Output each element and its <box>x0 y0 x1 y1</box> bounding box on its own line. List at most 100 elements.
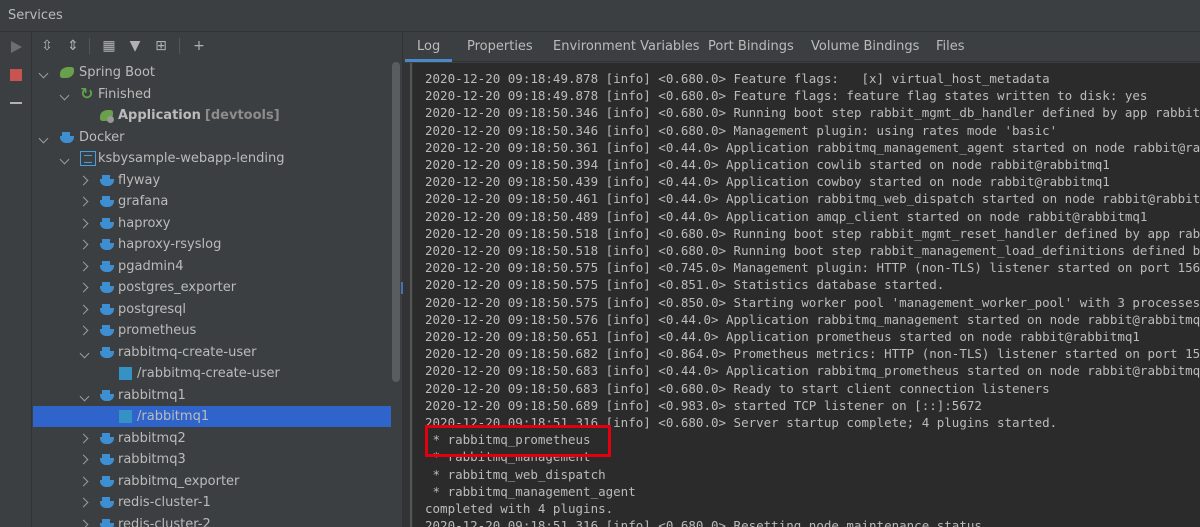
log-line: 2020-12-20 09:18:50.518 [info] <0.680.0>… <box>425 243 1200 258</box>
tab-port-bindings[interactable]: Port Bindings <box>708 32 794 62</box>
run-icon[interactable] <box>8 39 24 55</box>
log-line: * rabbitmq_web_dispatch <box>425 466 606 482</box>
tree-node-compose[interactable]: ksbysample-webapp-lending <box>33 148 391 169</box>
log-line: 2020-12-20 09:18:50.518 [info] <0.680.0>… <box>425 225 1200 241</box>
container-icon <box>118 366 134 381</box>
docker-icon <box>99 216 115 231</box>
log-line: 2020-12-20 09:18:51.316 [info] <0.680.0>… <box>425 518 982 527</box>
add-icon[interactable]: + <box>191 38 207 54</box>
log-line: 2020-12-20 09:18:50.489 [info] <0.44.0> … <box>425 208 1148 224</box>
tree-node-postgres-exporter[interactable]: postgres_exporter <box>33 277 391 298</box>
tree-node-label: rabbitmq3 <box>118 452 186 467</box>
tree-node-label: /rabbitmq-create-user <box>137 366 280 381</box>
chevron-right-icon[interactable] <box>79 277 91 298</box>
devtools-tag: [devtools] <box>204 108 280 123</box>
chevron-right-icon[interactable] <box>79 213 91 234</box>
chevron-down-icon[interactable] <box>59 148 71 169</box>
tree-node-postgresql[interactable]: postgresql <box>33 299 391 320</box>
chevron-down-icon[interactable] <box>59 84 71 105</box>
group-icon[interactable]: ▦ <box>101 38 117 54</box>
tree-node-label: Spring Boot <box>79 65 156 80</box>
tree-node-haproxy[interactable]: haproxy <box>33 213 391 234</box>
chevron-right-icon[interactable] <box>79 449 91 470</box>
tree-node-label: grafana <box>118 194 169 209</box>
tree-node-finished[interactable]: Finished <box>33 83 391 105</box>
tree-node-label: Application [devtools] <box>118 105 280 126</box>
tree-node-label: redis-cluster-1 <box>118 495 211 510</box>
docker-icon <box>99 194 115 209</box>
new-tab-icon[interactable]: ⊞ <box>153 38 169 54</box>
toolbar-separator <box>89 38 90 54</box>
services-tree: Spring Boot Finished Application[devtool… <box>33 62 391 527</box>
chevron-down-icon[interactable] <box>79 385 91 406</box>
tab-volume-bindings[interactable]: Volume Bindings <box>811 32 919 62</box>
filter-icon[interactable]: ▼ <box>127 38 143 54</box>
tree-node-label: /rabbitmq1 <box>137 409 210 424</box>
tree-node-docker[interactable]: Docker <box>33 127 391 148</box>
log-line: 2020-12-20 09:18:50.683 [info] <0.44.0> … <box>425 363 1200 379</box>
chevron-right-icon[interactable] <box>79 170 91 191</box>
tree-node-pgadmin4[interactable]: pgadmin4 <box>33 256 391 277</box>
expand-all-icon[interactable]: ⇳ <box>39 38 55 54</box>
tree-node-haproxy-rsyslog[interactable]: haproxy-rsyslog <box>33 234 391 255</box>
tab-environment-variables[interactable]: Environment Variables <box>553 32 700 62</box>
chevron-down-icon[interactable] <box>38 127 50 148</box>
chevron-right-icon[interactable] <box>79 320 91 341</box>
tree-node-label: pgadmin4 <box>118 258 184 274</box>
tree-node-prometheus[interactable]: prometheus <box>33 320 391 341</box>
chevron-right-icon[interactable] <box>79 234 91 255</box>
tree-node-label: rabbitmq_exporter <box>118 473 240 489</box>
tree-node-application[interactable]: Application [devtools] <box>33 105 391 126</box>
collapse-all-icon[interactable]: ⇕ <box>65 38 81 54</box>
finished-icon <box>80 83 96 104</box>
docker-icon <box>99 495 115 510</box>
tree-node-flyway[interactable]: flyway <box>33 170 391 191</box>
tree-scrollbar[interactable] <box>392 62 400 382</box>
log-line: 2020-12-20 09:18:50.683 [info] <0.680.0>… <box>425 380 1050 396</box>
chevron-down-icon[interactable] <box>79 342 91 363</box>
tree-node-rabbitmq1[interactable]: rabbitmq1 <box>33 385 391 406</box>
tree-node-rabbitmq3[interactable]: rabbitmq3 <box>33 449 391 470</box>
stop-icon[interactable] <box>8 67 24 83</box>
tree-node-rabbitmq2[interactable]: rabbitmq2 <box>33 428 391 449</box>
tree-node-spring-boot[interactable]: Spring Boot <box>33 62 391 83</box>
chevron-right-icon[interactable] <box>79 299 91 320</box>
tree-node-redis-cluster-2[interactable]: redis-cluster-2 <box>33 514 391 527</box>
container-icon <box>118 409 134 424</box>
tree-node-label: rabbitmq1 <box>118 387 186 403</box>
log-console[interactable]: 2020-12-20 09:18:49.878 [info] <0.680.0>… <box>413 63 1200 527</box>
minimize-icon[interactable] <box>8 95 24 111</box>
log-line: 2020-12-20 09:18:49.878 [info] <0.680.0>… <box>425 71 1050 86</box>
log-line: 2020-12-20 09:18:50.575 [info] <0.850.0>… <box>425 294 1200 310</box>
docker-icon <box>99 302 115 317</box>
services-title-bar: Services <box>0 0 1200 32</box>
details-tabs: Log Properties Environment Variables Por… <box>403 32 1200 62</box>
tree-node-rabbitmq-exporter[interactable]: rabbitmq_exporter <box>33 471 391 492</box>
log-line: 2020-12-20 09:18:50.361 [info] <0.44.0> … <box>425 139 1200 155</box>
tab-properties[interactable]: Properties <box>467 32 533 62</box>
chevron-right-icon[interactable] <box>79 492 91 513</box>
tree-node-rabbitmq-create-user[interactable]: rabbitmq-create-user <box>33 342 391 363</box>
chevron-right-icon[interactable] <box>79 514 91 527</box>
log-line: 2020-12-20 09:18:49.878 [info] <0.680.0>… <box>425 88 1148 104</box>
chevron-down-icon[interactable] <box>38 62 50 83</box>
log-line: 2020-12-20 09:18:50.575 [info] <0.745.0>… <box>425 260 1200 276</box>
tree-node-label: haproxy <box>118 215 171 231</box>
log-line: 2020-12-20 09:18:50.394 [info] <0.44.0> … <box>425 157 1110 172</box>
tab-files[interactable]: Files <box>936 32 965 62</box>
tree-node-label: Docker <box>79 129 125 145</box>
tree-node-redis-cluster-1[interactable]: redis-cluster-1 <box>33 492 391 513</box>
log-line: 2020-12-20 09:18:50.651 [info] <0.44.0> … <box>425 329 1140 344</box>
application-name: Application <box>118 108 201 123</box>
tree-node-label: ksbysample-webapp-lending <box>98 151 285 166</box>
tab-log[interactable]: Log <box>404 32 453 62</box>
log-line: 2020-12-20 09:18:50.461 [info] <0.44.0> … <box>425 191 1200 207</box>
chevron-right-icon[interactable] <box>79 428 91 449</box>
chevron-right-icon[interactable] <box>79 191 91 212</box>
log-gutter-line <box>410 63 412 527</box>
tree-node-rabbitmq1-container[interactable]: /rabbitmq1 <box>33 406 391 427</box>
tree-node-grafana[interactable]: grafana <box>33 191 391 212</box>
chevron-right-icon[interactable] <box>79 256 91 277</box>
chevron-right-icon[interactable] <box>79 471 91 492</box>
tree-node-rabbitmq-create-user-container[interactable]: /rabbitmq-create-user <box>33 363 391 384</box>
